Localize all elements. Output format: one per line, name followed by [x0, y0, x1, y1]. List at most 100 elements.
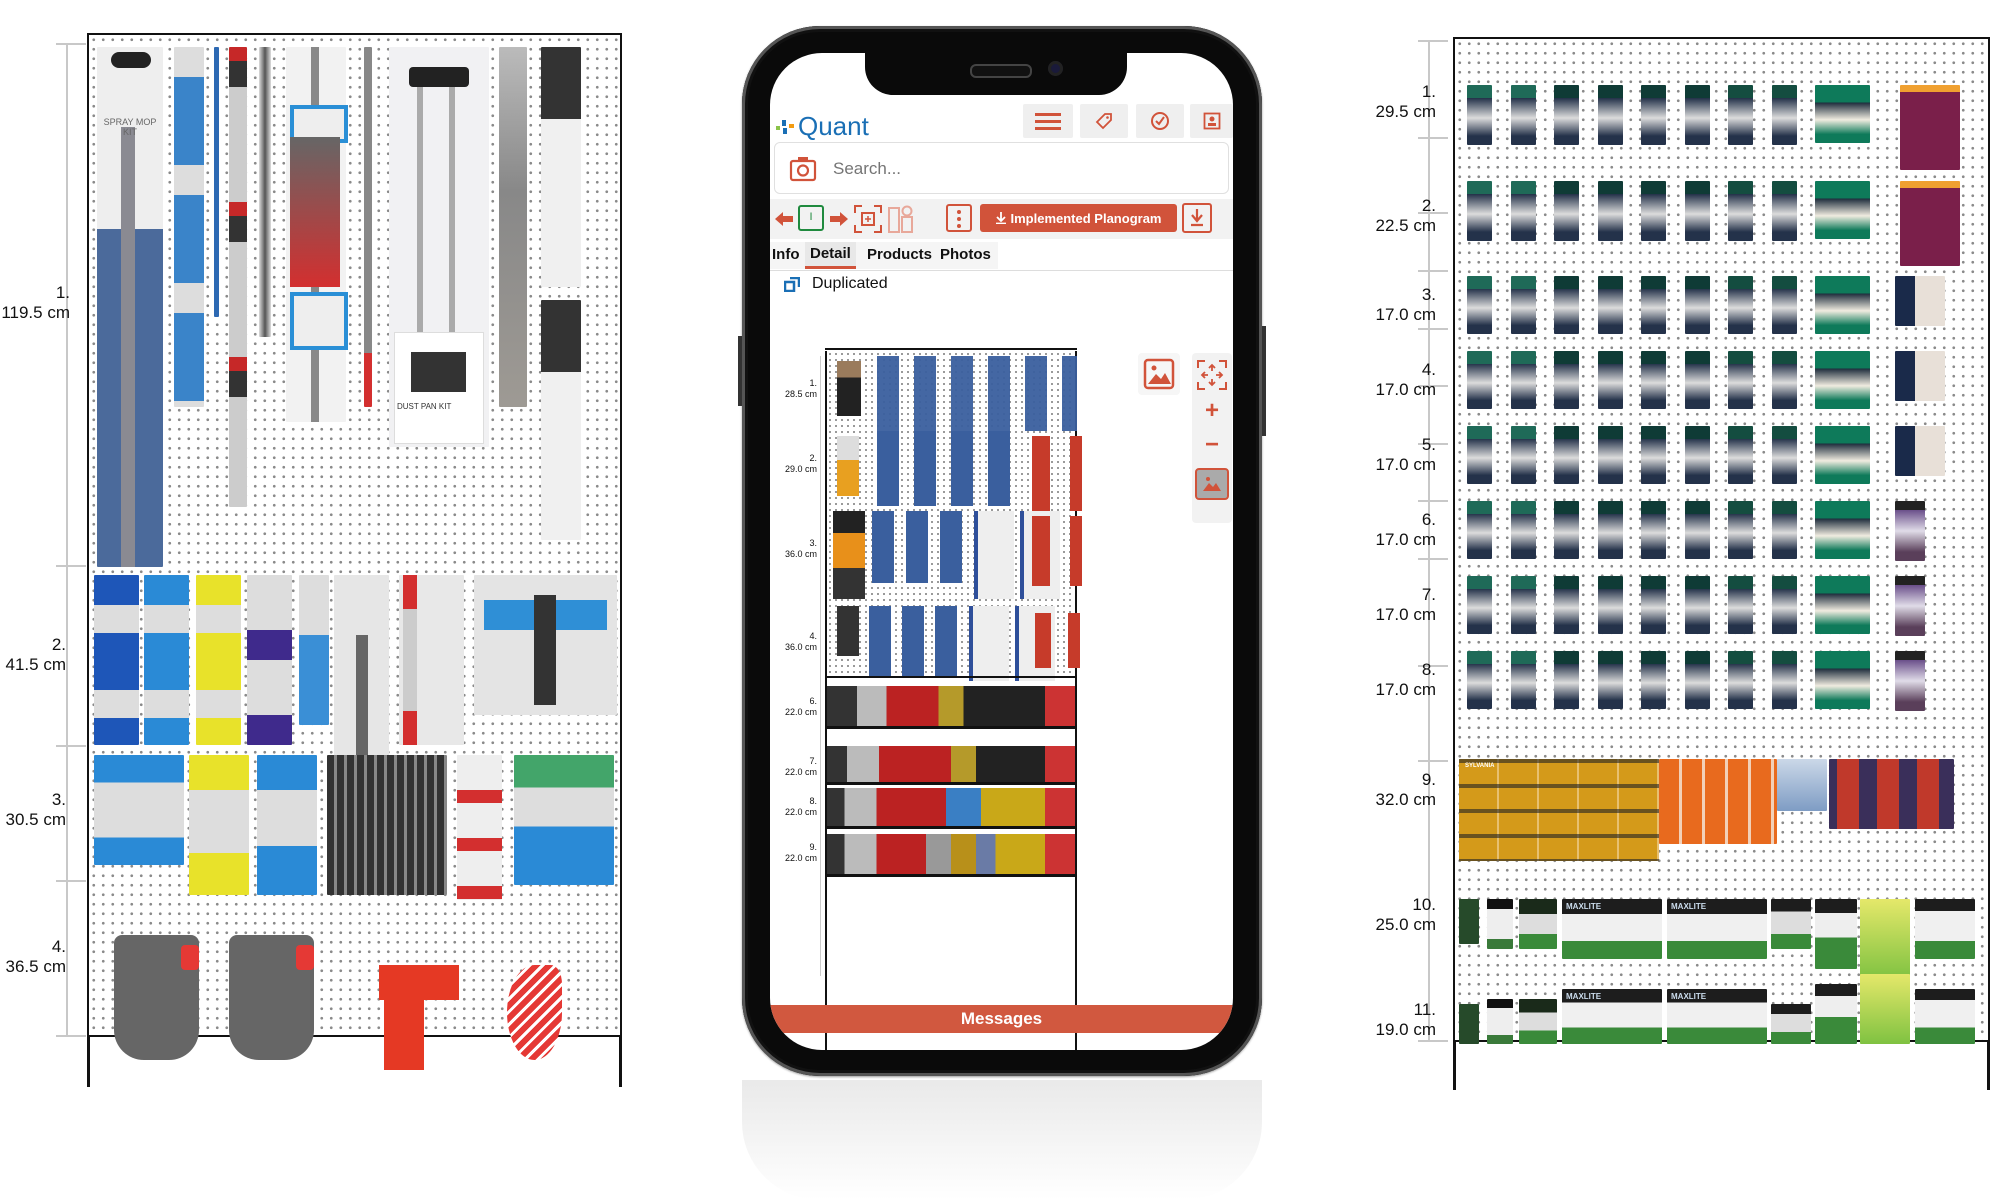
product-bulb-single[interactable]	[1554, 651, 1579, 709]
product-duster-1[interactable]	[541, 47, 581, 287]
product-squeegee-small[interactable]	[299, 575, 329, 725]
product-philips-bulb[interactable]	[1900, 85, 1960, 170]
product-bulb-single[interactable]	[1771, 181, 1797, 241]
product-sylvania-pack[interactable]: SYLVANIA	[1459, 759, 1659, 861]
product-philips-bulb[interactable]	[1895, 651, 1925, 711]
product-maxlite-4pack[interactable]: MAXLITE	[1562, 989, 1662, 1044]
product-maxlite-br[interactable]	[1487, 899, 1513, 949]
zoom-in-button[interactable]: +	[1192, 397, 1232, 425]
product-bulb-single[interactable]	[1597, 651, 1623, 709]
product-bulb-4pack[interactable]	[1815, 351, 1870, 409]
product-bulb-single[interactable]	[1728, 501, 1753, 559]
product-philips-bulb[interactable]	[1895, 576, 1925, 636]
product-maxlite-flood[interactable]	[1519, 899, 1557, 949]
product-wringer-basket[interactable]	[499, 960, 569, 1065]
product-scrub-pad-blue[interactable]	[94, 575, 139, 745]
product-bulb-single[interactable]	[1597, 181, 1623, 241]
product-bulb-single[interactable]	[1771, 351, 1797, 409]
product-maxlite-4pack[interactable]: MAXLITE	[1562, 899, 1662, 959]
product-bulb-single[interactable]	[1641, 85, 1666, 145]
product-bulb-single[interactable]	[1684, 85, 1710, 145]
product-scrub-pad-lightblue[interactable]	[144, 575, 189, 745]
menu-button[interactable]	[1023, 104, 1073, 138]
product-bucket-grey-1[interactable]	[109, 925, 204, 1070]
product-bulb-single[interactable]	[1597, 85, 1623, 145]
product-bulb-single[interactable]	[1728, 576, 1753, 634]
photo-overlay-button[interactable]	[1138, 353, 1180, 395]
product-bulb-single[interactable]	[1684, 426, 1710, 484]
product-bulb-single[interactable]	[1597, 501, 1623, 559]
product-bulb-single[interactable]	[1728, 276, 1753, 334]
product-bulb-single[interactable]	[1641, 576, 1666, 634]
product-bulb-single[interactable]	[1641, 426, 1666, 484]
product-philips-bulb[interactable]	[1895, 501, 1925, 561]
product-maxlite-small[interactable]	[1459, 1004, 1479, 1044]
product-bulb-single[interactable]	[1467, 501, 1492, 559]
tab-photos[interactable]: Photos	[940, 242, 991, 268]
product-bulb-single[interactable]	[1510, 426, 1536, 484]
camera-scan-icon[interactable]	[789, 156, 817, 182]
search-bar[interactable]	[774, 142, 1229, 194]
product-philips-bulb[interactable]	[1895, 276, 1945, 326]
product-bulb-single[interactable]	[1771, 651, 1797, 709]
product-scrub-pad-yellow[interactable]	[196, 575, 241, 745]
product-bulb-single[interactable]	[1467, 576, 1492, 634]
product-window-kit[interactable]	[474, 575, 617, 715]
product-bulb-single[interactable]	[1597, 426, 1623, 484]
product-spray-mop-kit[interactable]: SPRAY MOP KIT	[97, 47, 163, 567]
product-bulb-single[interactable]	[1510, 651, 1536, 709]
product-window-squeegee[interactable]	[399, 575, 464, 745]
more-options-button[interactable]	[946, 204, 972, 232]
product-sylvania-orange[interactable]	[1659, 759, 1777, 844]
product-sponge-refill[interactable]	[457, 755, 502, 900]
product-philips-bulb[interactable]	[1900, 181, 1960, 266]
product-bulb-single[interactable]	[1467, 351, 1492, 409]
product-greenlite[interactable]	[1860, 974, 1910, 1044]
tab-detail[interactable]: Detail	[805, 242, 856, 269]
product-maxlite-pack[interactable]	[1915, 989, 1975, 1044]
product-bulb-single[interactable]	[1467, 85, 1492, 145]
add-fixture-icon[interactable]	[888, 205, 918, 233]
product-bulb-single[interactable]	[1771, 501, 1797, 559]
product-maxlite-4pack[interactable]: MAXLITE	[1667, 899, 1767, 959]
product-bulb-single[interactable]	[1597, 276, 1623, 334]
arrow-left-icon[interactable]	[775, 212, 793, 226]
product-bulb-single[interactable]	[1771, 576, 1797, 634]
photo-comment-button[interactable]	[1195, 468, 1229, 500]
product-bulb-single[interactable]	[1510, 181, 1536, 241]
product-mop-pad-2pack[interactable]	[94, 755, 184, 865]
product-mop-wringer[interactable]	[369, 955, 469, 1070]
product-bulb-single[interactable]	[1684, 576, 1710, 634]
product-bulb-single[interactable]	[1510, 85, 1536, 145]
product-extension-pole[interactable]	[259, 47, 271, 337]
product-microfiber-mop-black[interactable]	[327, 755, 447, 895]
download-button[interactable]	[1182, 203, 1212, 233]
product-window-scrubber[interactable]	[514, 755, 614, 885]
zoom-out-button[interactable]: −	[1192, 431, 1232, 459]
product-greenlite[interactable]	[1860, 899, 1910, 979]
product-bulb-4pack[interactable]	[1815, 501, 1870, 559]
product-bulb-single[interactable]	[1510, 501, 1536, 559]
product-bulb-single[interactable]	[1510, 576, 1536, 634]
tags-button[interactable]	[1080, 104, 1128, 138]
product-bulb-single[interactable]	[1641, 501, 1666, 559]
product-bulb-single[interactable]	[1554, 276, 1579, 334]
product-bulb-single[interactable]	[1684, 181, 1710, 241]
product-bulb-single[interactable]	[1554, 181, 1579, 241]
product-bulb-single[interactable]	[1684, 351, 1710, 409]
product-scrub-pad-purple[interactable]	[247, 575, 292, 745]
product-bulb-single[interactable]	[1510, 351, 1536, 409]
product-bulb-4pack[interactable]	[1815, 426, 1870, 484]
product-refill-strip[interactable]	[229, 47, 247, 507]
bay-indicator[interactable]: I	[798, 205, 824, 231]
product-maxlite-4pack[interactable]: MAXLITE	[1667, 989, 1767, 1044]
product-bulb-single[interactable]	[1684, 276, 1710, 334]
product-bulb-single[interactable]	[1641, 651, 1666, 709]
product-maxlite-single[interactable]	[1771, 899, 1811, 949]
scan-frame-icon[interactable]	[854, 205, 882, 233]
product-mop-handle[interactable]	[364, 47, 372, 407]
product-bulb-single[interactable]	[1554, 426, 1579, 484]
product-bulb-4pack[interactable]	[1815, 181, 1870, 239]
product-bulb-single[interactable]	[1554, 501, 1579, 559]
product-maxlite-flood[interactable]	[1519, 999, 1557, 1044]
